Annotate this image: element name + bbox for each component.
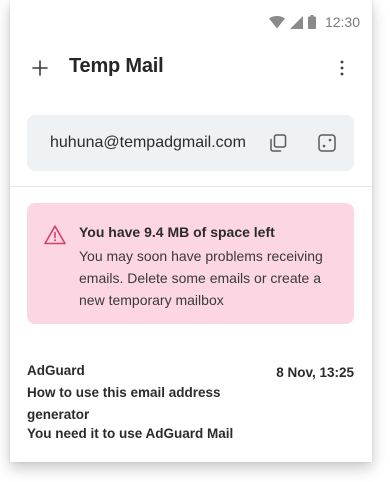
battery-icon [307, 15, 316, 29]
plus-icon [32, 60, 48, 76]
add-mailbox-button[interactable] [28, 56, 52, 80]
message-sender: AdGuard [27, 363, 85, 378]
status-bar: 12:30 [10, 0, 372, 44]
copy-button[interactable] [267, 132, 289, 154]
app-bar: Temp Mail [10, 44, 372, 92]
warning-body: You may soon have problems receiving ema… [79, 248, 323, 308]
phone-screen: 12:30 Temp Mail huhuna@tempadgmail.com Y… [10, 0, 372, 462]
storage-warning-banner: You have 9.4 MB of space left You may so… [27, 203, 354, 324]
list-item[interactable]: AdGuard 8 Nov, 13:25 How to use this ema… [27, 360, 354, 450]
email-address[interactable]: huhuna@tempadgmail.com [50, 134, 246, 152]
page-title: Temp Mail [69, 55, 164, 77]
message-preview: You need it to use AdGuard Mail [27, 426, 234, 441]
wifi-icon [268, 15, 285, 28]
signal-icon [289, 15, 303, 29]
copy-icon [270, 134, 287, 152]
divider [10, 186, 372, 187]
more-options-button[interactable] [330, 56, 354, 80]
status-icons: 12:30 [268, 14, 360, 30]
message-subject: How to use this email address generator [27, 385, 221, 422]
warning-icon [43, 223, 67, 247]
more-vert-icon [340, 60, 344, 76]
message-date: 8 Nov, 13:25 [276, 365, 354, 380]
warning-title: You have 9.4 MB of space left [79, 224, 275, 240]
dice-icon [318, 134, 336, 152]
clock: 12:30 [324, 14, 360, 30]
email-address-card: huhuna@tempadgmail.com [27, 115, 354, 171]
generate-random-button[interactable] [316, 132, 338, 154]
